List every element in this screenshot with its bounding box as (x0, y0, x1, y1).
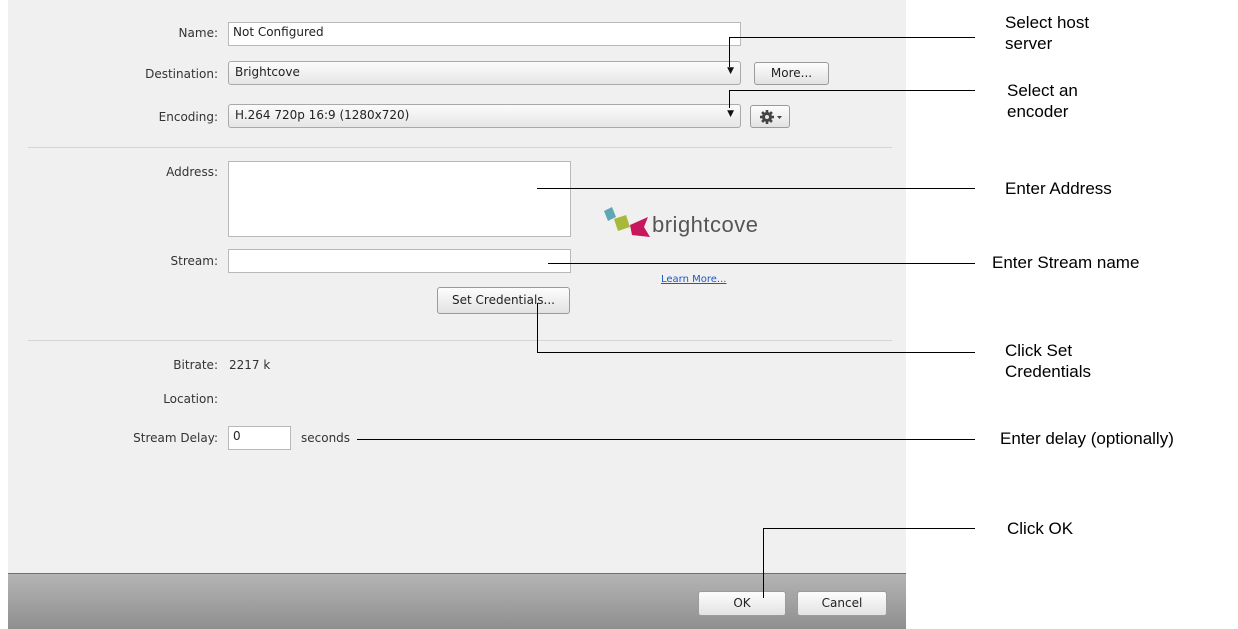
callout-select-encoder-line1: Select an (1007, 81, 1078, 100)
callout-select-host-line1: Select host (1005, 13, 1090, 32)
brand-name: brightcove (652, 212, 759, 237)
callout-select-host: Select host server (1005, 12, 1089, 54)
callout-line-stream (548, 263, 975, 264)
name-input[interactable]: Not Configured (228, 22, 741, 46)
encoding-select[interactable]: H.264 720p 16:9 (1280x720) ▼ (228, 104, 741, 128)
bitrate-value: 2217 k (229, 358, 271, 372)
callout-line-credentials-drop (537, 303, 538, 352)
callout-line-delay (357, 439, 975, 440)
separator (28, 147, 892, 148)
callout-line-address (537, 188, 975, 189)
destination-select[interactable]: Brightcove ▼ (228, 61, 741, 85)
destination-value: Brightcove (235, 65, 300, 79)
callout-click-credentials-line2: Credentials (1005, 362, 1091, 381)
stream-delay-label: Stream Delay: (133, 431, 218, 445)
callout-select-encoder: Select an encoder (1007, 80, 1078, 122)
encoding-settings-button[interactable] (750, 105, 790, 128)
callout-line-encoder (729, 90, 975, 91)
chevron-down-icon: ▼ (727, 66, 734, 76)
callout-enter-delay: Enter delay (optionally) (1000, 429, 1174, 448)
callout-click-credentials-line1: Click Set (1005, 341, 1073, 360)
location-label: Location: (163, 392, 218, 406)
set-credentials-button[interactable]: Set Credentials... (437, 287, 570, 314)
callout-enter-address: Enter Address (1005, 179, 1112, 198)
ok-button[interactable]: OK (698, 591, 786, 616)
callout-line-host (729, 37, 975, 38)
callout-enter-stream: Enter Stream name (992, 253, 1140, 272)
encoding-value: H.264 720p 16:9 (1280x720) (235, 108, 410, 122)
more-button[interactable]: More... (754, 62, 829, 85)
destination-label: Destination: (145, 67, 218, 81)
callout-click-credentials: Click Set Credentials (1005, 340, 1091, 382)
learn-more-link[interactable]: Learn More... (661, 274, 726, 285)
callout-select-encoder-line2: encoder (1007, 102, 1069, 121)
gear-icon (760, 110, 782, 124)
bitrate-label: Bitrate: (173, 358, 218, 372)
callout-line-ok (763, 528, 975, 529)
cancel-button[interactable]: Cancel (797, 591, 887, 616)
dialog-panel (8, 0, 906, 628)
chevron-down-icon: ▼ (727, 109, 734, 119)
brightcove-logo-mark (604, 207, 650, 237)
encoding-label: Encoding: (158, 110, 218, 124)
callout-line-host-drop (729, 37, 730, 67)
callout-line-ok-drop (763, 528, 764, 598)
brightcove-logo: brightcove (600, 203, 800, 243)
address-label: Address: (166, 165, 218, 179)
separator (28, 340, 892, 341)
stream-label: Stream: (170, 254, 218, 268)
callout-line-encoder-drop (729, 90, 730, 108)
stream-delay-input[interactable]: 0 (228, 426, 291, 450)
callout-line-credentials (537, 352, 975, 353)
callout-click-ok: Click OK (1007, 519, 1074, 538)
name-label: Name: (178, 26, 218, 40)
stream-input[interactable] (228, 249, 571, 273)
seconds-label: seconds (301, 431, 351, 445)
callout-select-host-line2: server (1005, 34, 1053, 53)
address-input[interactable] (228, 161, 571, 237)
